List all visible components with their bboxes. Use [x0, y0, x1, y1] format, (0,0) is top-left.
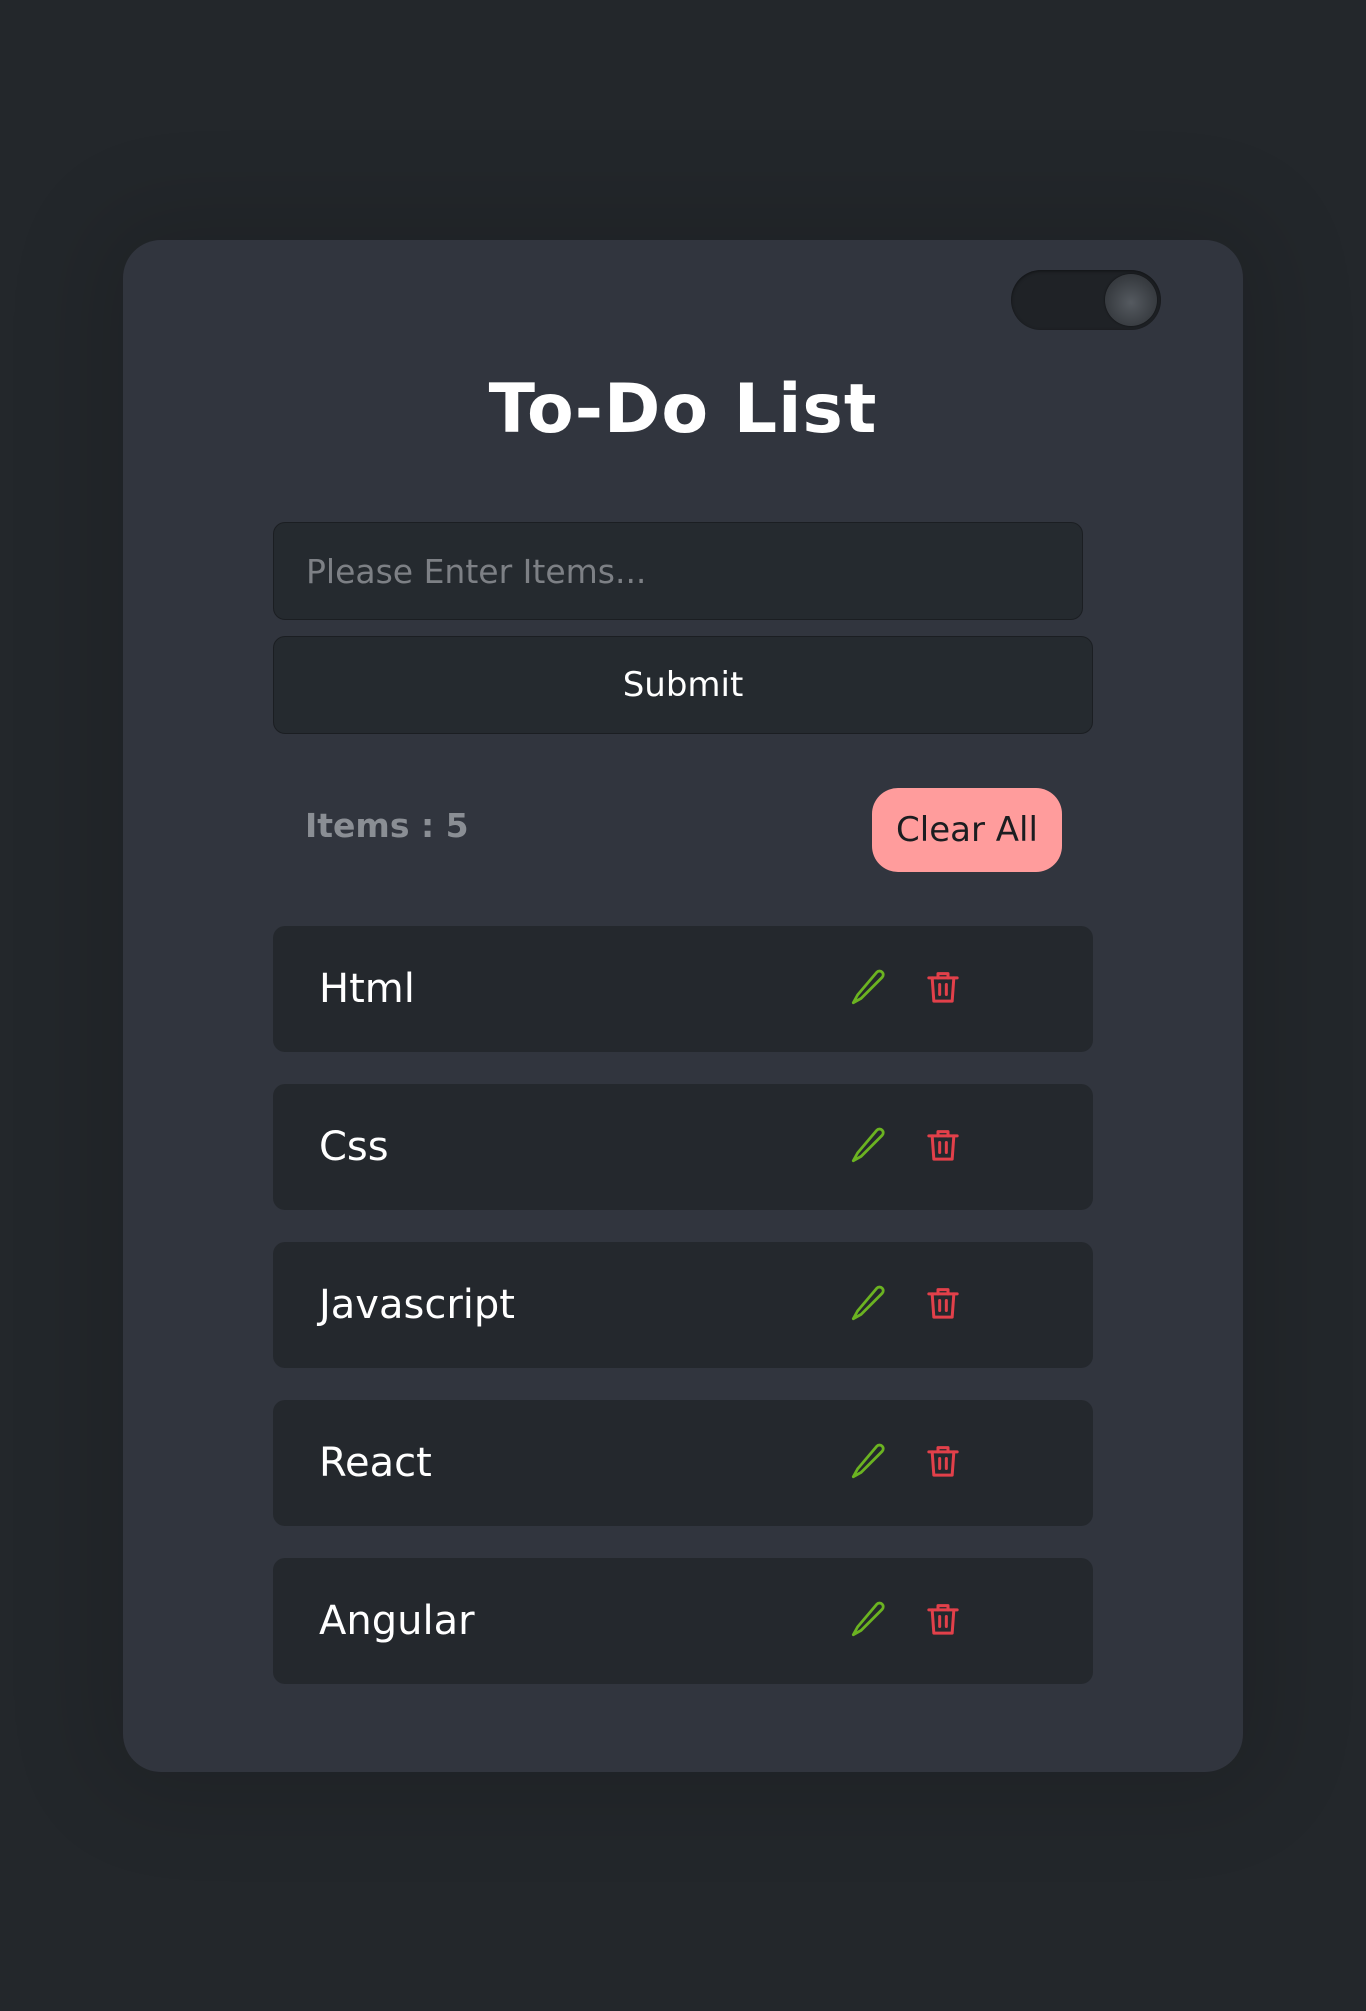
edit-button[interactable] [846, 1438, 892, 1484]
pencil-icon [851, 1285, 885, 1321]
delete-button[interactable] [920, 1280, 966, 1326]
edit-button[interactable] [846, 1280, 892, 1326]
submit-button[interactable]: Submit [273, 636, 1093, 734]
delete-button[interactable] [920, 1596, 966, 1642]
list-item: React [273, 1400, 1093, 1526]
delete-button[interactable] [920, 1438, 966, 1484]
edit-button[interactable] [846, 964, 892, 1010]
item-label: React [319, 1440, 432, 1486]
todo-card: To-Do List Submit Items : 5 Clear All Ht… [123, 240, 1243, 1772]
pencil-icon [851, 969, 885, 1005]
item-label: Javascript [319, 1282, 515, 1328]
list-item: Angular [273, 1558, 1093, 1684]
edit-button[interactable] [846, 1596, 892, 1642]
delete-button[interactable] [920, 1122, 966, 1168]
trash-icon [927, 1130, 959, 1161]
pencil-icon [851, 1127, 885, 1163]
trash-icon [927, 1288, 959, 1319]
item-label: Css [319, 1124, 389, 1170]
trash-icon [927, 972, 959, 1003]
items-count: Items : 5 [305, 806, 469, 845]
toggle-knob[interactable] [1105, 274, 1157, 326]
pencil-icon [851, 1601, 885, 1637]
item-label: Angular [319, 1598, 475, 1644]
clear-all-button[interactable]: Clear All [872, 788, 1062, 872]
item-label: Html [319, 966, 415, 1012]
item-input[interactable] [273, 522, 1083, 620]
page-title: To-Do List [488, 370, 878, 449]
list-item: Html [273, 926, 1093, 1052]
theme-toggle[interactable] [1011, 270, 1161, 330]
delete-button[interactable] [920, 964, 966, 1010]
trash-icon [927, 1446, 959, 1477]
list-item: Css [273, 1084, 1093, 1210]
edit-button[interactable] [846, 1122, 892, 1168]
trash-icon [927, 1604, 959, 1635]
pencil-icon [851, 1443, 885, 1479]
todo-list: Html Css Javascript React Angular [273, 926, 1093, 1716]
list-item: Javascript [273, 1242, 1093, 1368]
